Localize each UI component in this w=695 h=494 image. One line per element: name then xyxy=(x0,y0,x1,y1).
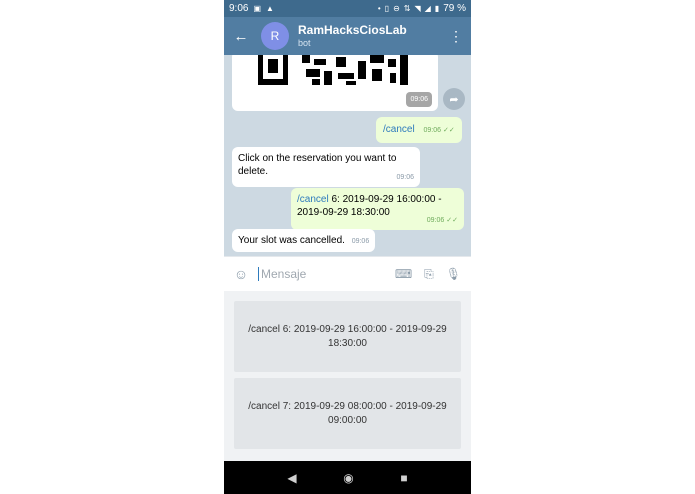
message-time: 09:06 xyxy=(396,174,414,181)
status-time: 9:06 xyxy=(229,3,249,14)
avatar-letter: R xyxy=(270,29,280,43)
qr-code-image xyxy=(258,55,408,85)
qr-message-time: 09:06 xyxy=(406,92,432,107)
double-check-icon: ✓✓ xyxy=(443,127,455,134)
do-not-disturb-icon: ⊖ xyxy=(393,3,400,13)
message-input-bar: ☺ ⌨ ⎘ 🎙 xyxy=(224,256,471,291)
status-bar: 9:06 ▣ ▲ • ▯ ⊖ ⇅ ◥ ◢ ▮ 79 % xyxy=(224,0,471,17)
vibrate-icon: ▯ xyxy=(384,3,390,13)
phone-screen: 9:06 ▣ ▲ • ▯ ⊖ ⇅ ◥ ◢ ▮ 79 % ← R RamHacks… xyxy=(224,0,471,494)
reply-button-cancel-6[interactable]: /cancel 6: 2019-09-29 16:00:00 - 2019-09… xyxy=(234,301,461,372)
message-time: 09:06 xyxy=(351,238,370,245)
share-icon[interactable]: ➦ xyxy=(443,88,465,110)
message-time: 09:06 xyxy=(426,217,445,224)
chat-title: RamHacksCiosLab xyxy=(298,23,407,37)
command-link[interactable]: /cancel xyxy=(297,194,329,205)
microphone-icon[interactable]: 🎙 xyxy=(446,267,461,282)
data-transfer-icon: ⇅ xyxy=(403,3,411,13)
message-input[interactable] xyxy=(258,267,378,281)
attach-icon[interactable]: ⎘ xyxy=(424,267,434,282)
battery-icon: ▮ xyxy=(434,3,440,13)
arrow-left-icon[interactable]: ← xyxy=(224,28,258,45)
warning-icon: ▲ xyxy=(266,3,274,13)
avatar[interactable]: R xyxy=(261,22,289,50)
message-outgoing[interactable]: /cancel 6: 2019-09-29 16:00:00 - 2019-09… xyxy=(291,188,464,230)
more-vertical-icon[interactable]: ⋮ xyxy=(441,28,471,45)
bot-reply-keyboard: /cancel 6: 2019-09-29 16:00:00 - 2019-09… xyxy=(224,291,471,461)
message-outgoing[interactable]: /cancel 09:06 ✓✓ xyxy=(376,117,462,143)
message-text: Your slot was cancelled. xyxy=(238,235,345,246)
reply-button-cancel-7[interactable]: /cancel 7: 2019-09-29 08:00:00 - 2019-09… xyxy=(234,378,461,449)
home-circle-icon[interactable]: ◉ xyxy=(343,471,353,485)
message-time: 09:06 xyxy=(423,127,441,134)
dot-icon: • xyxy=(377,3,381,13)
chat-title-area[interactable]: RamHacksCiosLab bot xyxy=(298,23,407,49)
keyboard-icon[interactable]: ⌨ xyxy=(395,267,412,282)
image-notification-icon: ▣ xyxy=(253,3,262,13)
recents-square-icon[interactable]: ■ xyxy=(400,471,407,485)
battery-level: 79 % xyxy=(443,3,466,14)
back-triangle-icon[interactable]: ◀ xyxy=(287,471,296,485)
chat-header: ← R RamHacksCiosLab bot ⋮ xyxy=(224,17,471,55)
chat-messages: 09:06 ➦ /cancel 09:06 ✓✓ Click on the res… xyxy=(224,55,471,256)
qr-code-message[interactable]: 09:06 xyxy=(232,55,438,111)
message-incoming[interactable]: Your slot was cancelled. 09:06 xyxy=(232,229,376,252)
chat-subtitle: bot xyxy=(298,38,311,48)
wifi-icon: ◥ xyxy=(414,3,421,13)
emoji-icon[interactable]: ☺ xyxy=(224,266,258,282)
android-nav-bar: ◀ ◉ ■ xyxy=(224,461,471,494)
message-incoming[interactable]: Click on the reservation you want to del… xyxy=(232,147,420,187)
command-link[interactable]: /cancel xyxy=(383,124,415,135)
double-check-icon: ✓✓ xyxy=(446,217,458,224)
signal-icon: ◢ xyxy=(424,3,431,13)
